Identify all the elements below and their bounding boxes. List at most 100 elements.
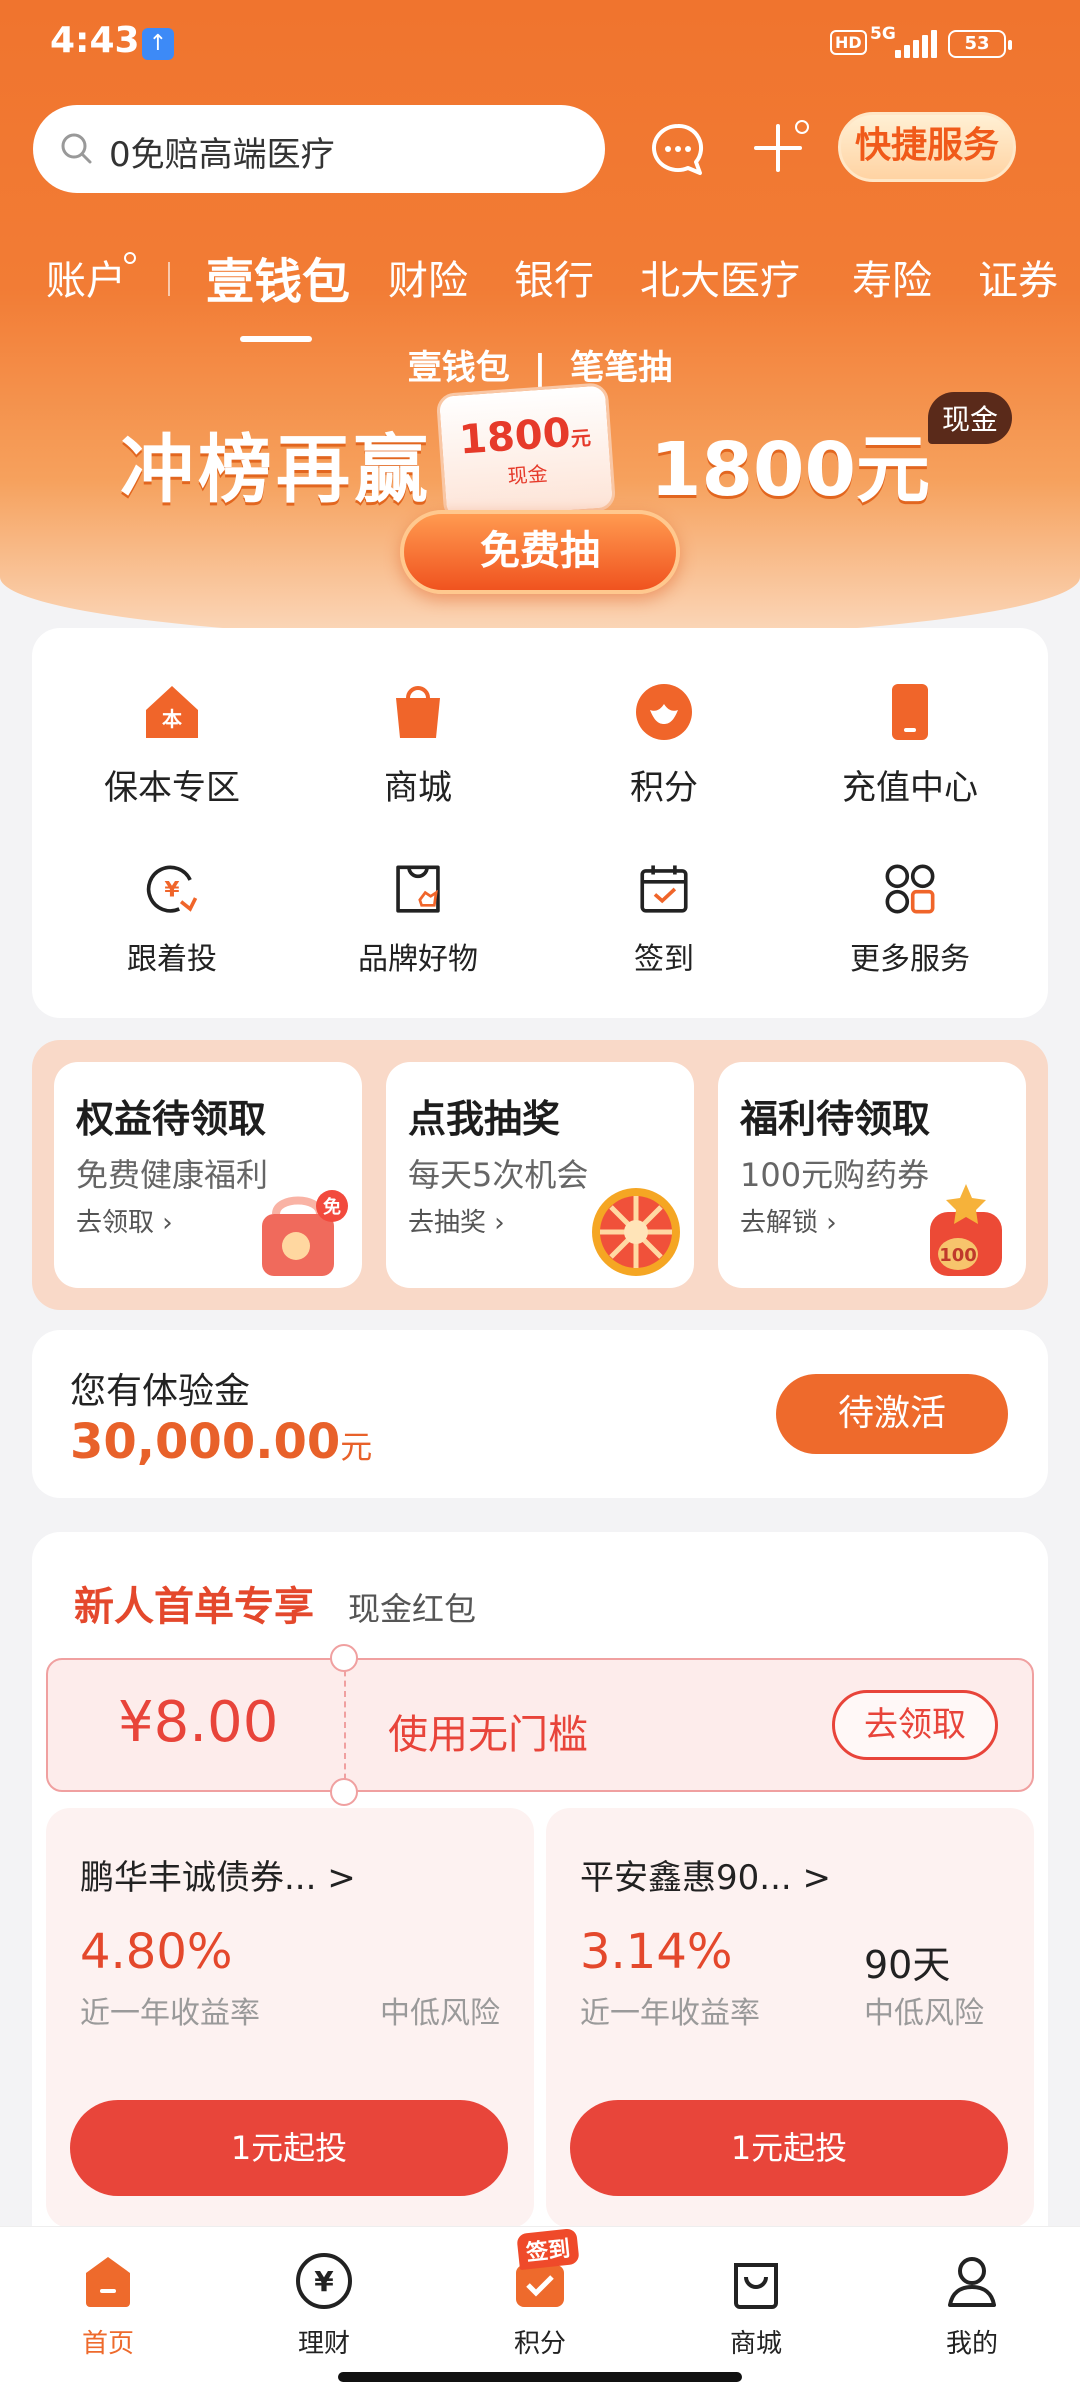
- tab-securities[interactable]: 证券: [978, 248, 1058, 306]
- coupon-value: ¥8.00: [118, 1690, 279, 1755]
- nav-me[interactable]: 我的: [912, 2249, 1032, 2360]
- fund-rate-label: 近一年收益率: [580, 1996, 760, 2031]
- phone-icon: [892, 684, 928, 740]
- tab-divider: [168, 262, 170, 296]
- status-bar: 4:43 ↑ HD 5G 53: [0, 0, 1080, 90]
- fund-card[interactable]: 平安鑫惠90... > 3.14% 近一年收益率 90天 中低风险 1元起投: [546, 1808, 1034, 2228]
- promo-welfare[interactable]: 福利待领取 100元购药券 去解锁 › 100: [718, 1062, 1026, 1288]
- cash-tag: 现金: [928, 392, 1013, 444]
- fund-risk: 中低风险: [380, 1996, 500, 2031]
- battery-icon: 53: [948, 30, 1012, 58]
- invest-button[interactable]: 1元起投: [570, 2100, 1008, 2196]
- fund-card[interactable]: 鹏华丰诚债券... > 4.80% 近一年收益率 中低风险 1元起投: [46, 1808, 534, 2228]
- coupon-desc: 使用无门槛: [388, 1712, 588, 1758]
- svg-text:免: 免: [323, 1196, 341, 1218]
- experience-amount: 30,000.00元: [70, 1414, 372, 1470]
- fund-name[interactable]: 鹏华丰诚债券... >: [80, 1850, 356, 1899]
- search-bar[interactable]: 0免赔高端医疗: [33, 105, 605, 193]
- coupon-notch: [330, 1644, 358, 1672]
- service-principal-protected[interactable]: 本 保本专区: [72, 680, 272, 809]
- home-indicator[interactable]: [338, 2372, 742, 2382]
- nav-home[interactable]: 首页: [48, 2249, 168, 2360]
- search-placeholder: 0免赔高端医疗: [109, 135, 335, 175]
- promo-benefits[interactable]: 权益待领取 免费健康福利 去领取 › 免: [54, 1062, 362, 1288]
- fund-rate-label: 近一年收益率: [80, 1996, 260, 2031]
- new-user-title: 新人首单专享: [74, 1584, 314, 1630]
- experience-label: 您有体验金: [70, 1371, 251, 1412]
- fund-rate: 3.14%: [580, 1924, 733, 1980]
- hd-icon: HD: [830, 30, 867, 55]
- nav-mall[interactable]: 商城: [696, 2249, 816, 2360]
- gift-bag-icon: 免: [262, 1190, 348, 1276]
- service-check-in[interactable]: 签到: [564, 860, 764, 978]
- tab-property-insurance[interactable]: 财险: [388, 248, 468, 306]
- svg-text:¥: ¥: [314, 2265, 334, 2298]
- banner-sub-brand: 笔笔抽: [570, 348, 673, 388]
- promo-link[interactable]: 去解锁 ›: [740, 1202, 837, 1239]
- activate-button[interactable]: 待激活: [776, 1374, 1008, 1454]
- fund-risk: 中低风险: [864, 1996, 984, 2031]
- new-user-section: 新人首单专享 现金红包 ¥8.00 使用无门槛 去领取 鹏华丰诚债券... > …: [32, 1532, 1048, 2232]
- invest-button[interactable]: 1元起投: [70, 2100, 508, 2196]
- tab-life-insurance[interactable]: 寿险: [852, 248, 932, 306]
- upload-notification-icon: ↑: [142, 28, 174, 60]
- envelope-unit: 元: [570, 425, 592, 451]
- promo-title: 权益待领取: [76, 1097, 267, 1141]
- promo-link[interactable]: 去领取 ›: [76, 1202, 173, 1239]
- invest-follow-icon: ¥: [146, 865, 198, 913]
- house-icon: 本: [146, 686, 198, 738]
- home-icon: [86, 2257, 130, 2307]
- banner-title[interactable]: 冲榜再赢: [120, 410, 432, 517]
- promo-link[interactable]: 去抽奖 ›: [408, 1202, 505, 1239]
- coupon-separator: [344, 1660, 346, 1790]
- yuan-icon: ¥: [296, 2253, 352, 2309]
- promo-subtitle: 免费健康福利: [76, 1156, 269, 1194]
- promo-title: 福利待领取: [740, 1097, 931, 1141]
- fund-rate: 4.80%: [80, 1924, 233, 1980]
- service-mall[interactable]: 商城: [318, 680, 518, 809]
- message-icon[interactable]: [648, 120, 708, 180]
- status-time: 4:43: [50, 20, 140, 61]
- promo-subtitle: 每天5次机会: [408, 1156, 589, 1194]
- free-draw-button[interactable]: 免费抽: [400, 510, 680, 594]
- promo-subtitle: 100元购药券: [740, 1156, 930, 1194]
- quick-service-button[interactable]: 快捷服务: [838, 112, 1016, 182]
- claim-coupon-button[interactable]: 去领取: [832, 1690, 998, 1760]
- shopping-bag-icon: [396, 686, 440, 738]
- tab-pku-medical[interactable]: 北大医疗: [640, 248, 800, 306]
- banner-brand-line: 壹钱包 | 笔笔抽: [0, 340, 1080, 389]
- tab-wallet[interactable]: 壹钱包: [206, 242, 350, 312]
- banner-amount: 1800元: [650, 427, 930, 513]
- service-more[interactable]: 更多服务: [810, 860, 1010, 978]
- lottery-wheel-icon: [592, 1188, 680, 1276]
- fund-name[interactable]: 平安鑫惠90... >: [580, 1850, 831, 1899]
- account-notification-dot: [124, 252, 136, 264]
- service-follow-invest[interactable]: ¥ 跟着投: [72, 860, 272, 978]
- network-label: 5G: [870, 24, 896, 44]
- mall-bag-icon: [734, 2263, 778, 2309]
- fund-duration: 90天: [864, 1943, 951, 1987]
- search-icon: [61, 133, 92, 164]
- check-in-badge: 签到: [516, 2227, 580, 2271]
- plus-notification-dot: [795, 120, 809, 134]
- service-brand-goods[interactable]: 品牌好物: [318, 860, 518, 978]
- top-tabs: 账户 壹钱包 财险 银行 北大医疗 寿险 证券: [0, 248, 1080, 318]
- coupon-card[interactable]: ¥8.00 使用无门槛 去领取: [46, 1644, 1034, 1806]
- coupon-notch: [330, 1778, 358, 1806]
- new-user-subtitle: 现金红包: [348, 1590, 477, 1628]
- promo-lottery[interactable]: 点我抽奖 每天5次机会 去抽奖 ›: [386, 1062, 694, 1288]
- red-envelope-image: 1800元 现金: [435, 382, 617, 522]
- service-points[interactable]: 积分: [564, 680, 764, 809]
- tab-account[interactable]: 账户: [46, 248, 126, 306]
- tab-bank[interactable]: 银行: [514, 248, 594, 306]
- nav-points[interactable]: 签到 积分: [480, 2227, 600, 2360]
- experience-gold-card: 您有体验金 30,000.00元 待激活: [32, 1330, 1048, 1498]
- service-recharge[interactable]: 充值中心: [810, 680, 1010, 809]
- svg-text:100: 100: [939, 1245, 977, 1266]
- signal-icon: [895, 30, 937, 58]
- brand-goods-icon: [396, 865, 440, 913]
- experience-unit: 元: [340, 1428, 373, 1466]
- coupon-bag-icon: 100: [930, 1184, 1002, 1276]
- nav-finance[interactable]: ¥ 理财: [264, 2249, 384, 2360]
- promo-title: 点我抽奖: [408, 1097, 561, 1141]
